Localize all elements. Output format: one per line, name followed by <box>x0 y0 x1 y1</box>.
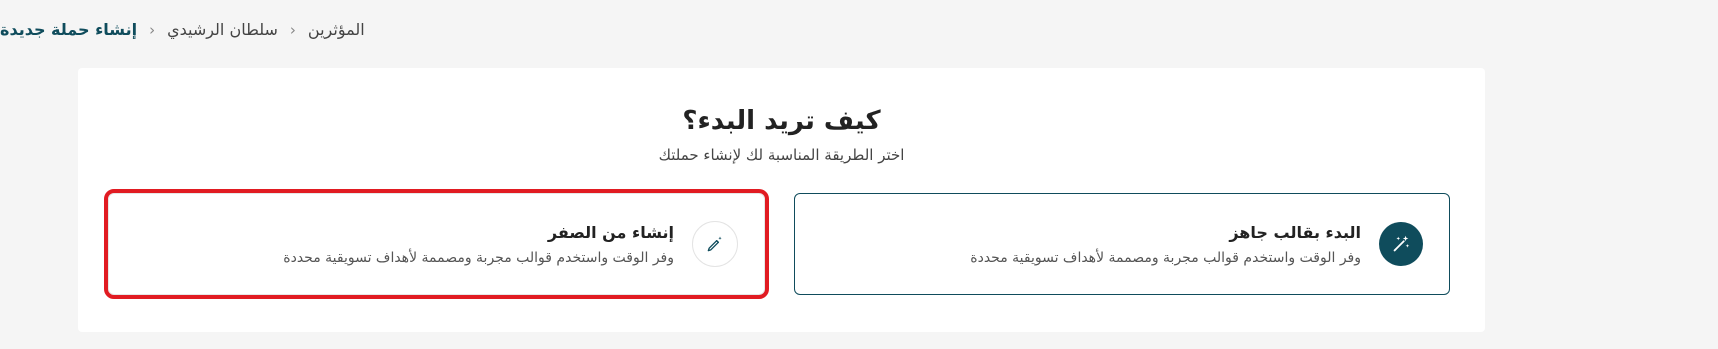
page-subtitle: اختر الطريقة المناسبة لك لإنشاء حملتك <box>658 146 905 164</box>
chevron-left-icon: ‹ <box>289 20 296 39</box>
start-options-card: كيف تريد البدء؟ اختر الطريقة المناسبة لك… <box>78 68 1485 332</box>
magic-wand-icon <box>1379 222 1423 266</box>
breadcrumb-item-influencers[interactable]: المؤثرين <box>308 20 365 39</box>
page-title: كيف تريد البدء؟ <box>682 106 881 136</box>
pen-sparkle-icon <box>692 221 738 267</box>
option-description: وفر الوقت واستخدم قوالب مجربة ومصممة لأه… <box>283 249 674 266</box>
start-with-template-option[interactable]: البدء بقالب جاهز وفر الوقت واستخدم قوالب… <box>794 193 1450 295</box>
breadcrumb: المؤثرين ‹ سلطان الرشيدي ‹ إنشاء حملة جد… <box>0 20 1718 39</box>
chevron-left-icon: ‹ <box>149 20 156 39</box>
breadcrumb-item-profile[interactable]: سلطان الرشيدي <box>167 20 278 39</box>
option-title: البدء بقالب جاهز <box>1229 222 1361 242</box>
create-from-scratch-option[interactable]: إنشاء من الصفر وفر الوقت واستخدم قوالب م… <box>104 189 769 299</box>
option-description: وفر الوقت واستخدم قوالب مجربة ومصممة لأه… <box>970 249 1361 266</box>
option-title: إنشاء من الصفر <box>547 222 674 242</box>
breadcrumb-item-current: إنشاء حملة جديدة <box>0 20 138 39</box>
